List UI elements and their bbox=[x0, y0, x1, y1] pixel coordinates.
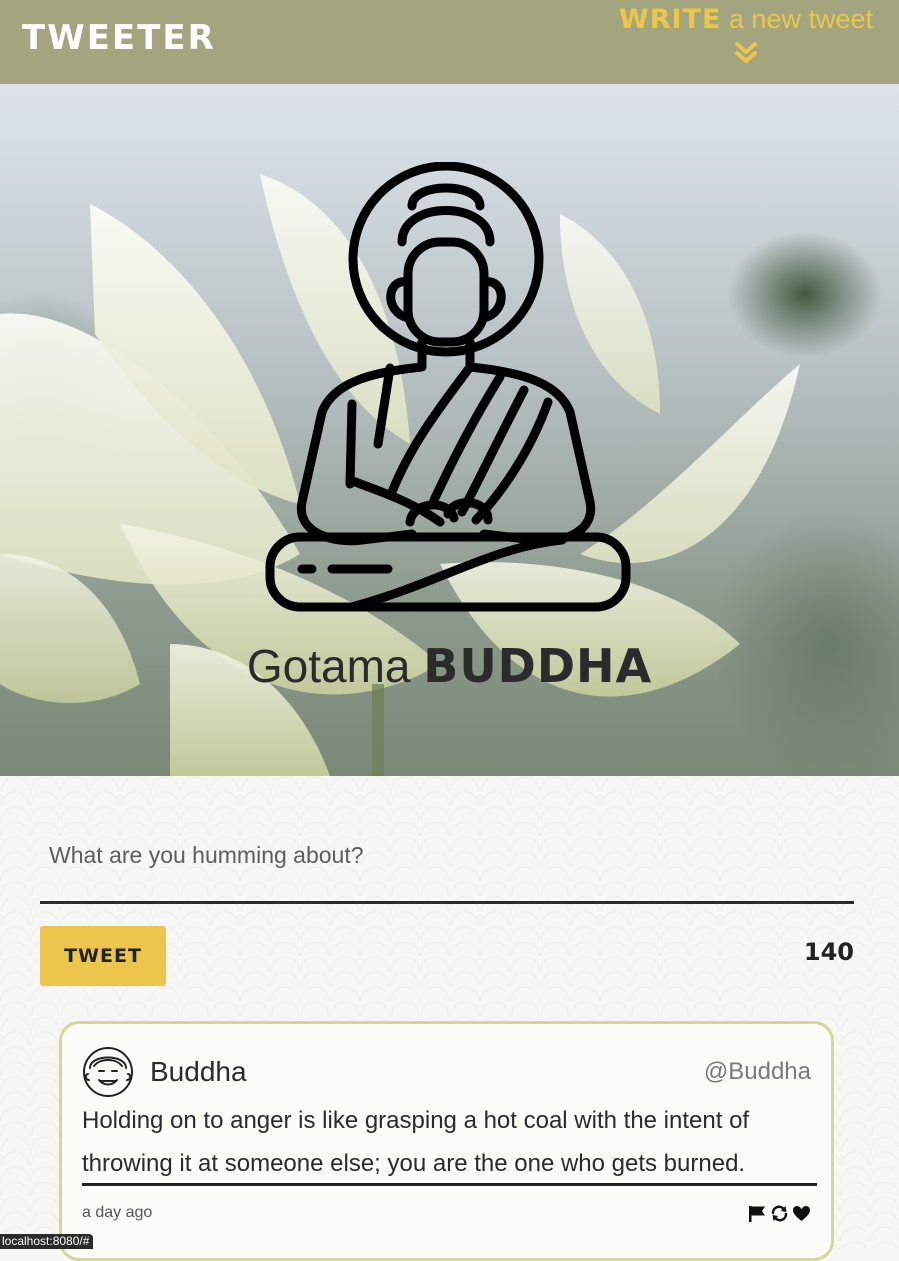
compose-toggle-label: WRITE a new tweet bbox=[619, 4, 873, 35]
tweet-submit-button[interactable]: TWEET bbox=[40, 926, 166, 986]
character-counter: 140 bbox=[803, 938, 854, 966]
tweet-timestamp: a day ago bbox=[82, 1204, 153, 1221]
tweet-card: Buddha @Buddha Holding on to anger is li… bbox=[59, 1021, 834, 1261]
tweet-input[interactable] bbox=[40, 826, 854, 904]
tweet-text: Holding on to anger is like grasping a h… bbox=[82, 1107, 750, 1177]
flag-icon[interactable] bbox=[748, 1205, 767, 1222]
status-bar-url: localhost:8080/# bbox=[0, 1234, 94, 1249]
tweet-author-handle: @Buddha bbox=[703, 1058, 811, 1085]
profile-hero: Gotama BUDDHA bbox=[0, 84, 899, 776]
main-content: TWEET 140 Buddha @Buddha Holding on to a… bbox=[0, 776, 899, 1261]
tweet-author-name: Buddha bbox=[150, 1056, 247, 1087]
buddha-icon bbox=[265, 162, 631, 612]
write-new-tweet-toggle[interactable]: WRITE a new tweet bbox=[619, 4, 873, 65]
tweet-divider bbox=[82, 1183, 817, 1186]
compose-emphasis: WRITE bbox=[618, 4, 722, 35]
profile-name: Gotama BUDDHA bbox=[0, 639, 899, 693]
avatar bbox=[83, 1047, 133, 1097]
profile-first-name: Gotama bbox=[246, 640, 411, 692]
brand-logo[interactable]: TWEETER bbox=[22, 18, 216, 58]
profile-last-name: BUDDHA bbox=[423, 639, 653, 693]
retweet-icon[interactable] bbox=[770, 1205, 789, 1222]
top-nav: TWEETER WRITE a new tweet bbox=[0, 0, 899, 84]
compose-rest: a new tweet bbox=[728, 4, 873, 34]
tweet-actions bbox=[748, 1205, 811, 1222]
heart-icon[interactable] bbox=[792, 1205, 811, 1222]
double-chevron-down-icon bbox=[734, 42, 757, 63]
